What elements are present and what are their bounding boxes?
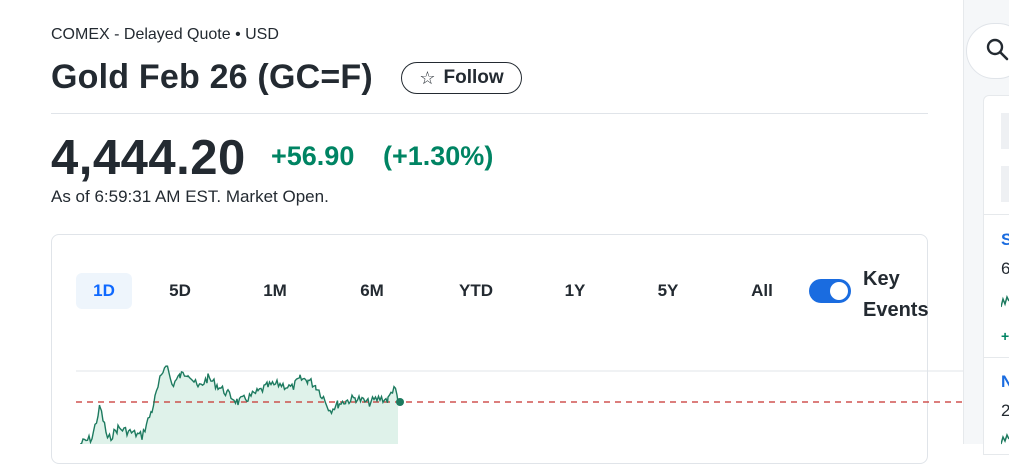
- sidebar-placeholder-block: [1001, 113, 1009, 149]
- exchange-info: COMEX - Delayed Quote • USD: [51, 26, 279, 43]
- key-events-label: Key Events: [863, 264, 929, 326]
- range-tab-1y[interactable]: 1Y: [555, 273, 595, 309]
- toggle-knob: [830, 282, 848, 300]
- header-divider: [51, 113, 928, 114]
- range-tab-1d[interactable]: 1D: [76, 273, 132, 309]
- range-tab-ytd[interactable]: YTD: [452, 273, 500, 309]
- sidebar-divider: [984, 214, 1009, 215]
- follow-label: Follow: [443, 67, 504, 88]
- sidebar-item-symbol[interactable]: N: [1001, 372, 1009, 392]
- quote-change: +56.90: [271, 141, 355, 171]
- range-tab-5y[interactable]: 5Y: [648, 273, 688, 309]
- current-price-dot: [396, 398, 404, 406]
- key-events-toggle[interactable]: [809, 279, 851, 303]
- range-tab-1m[interactable]: 1M: [255, 273, 295, 309]
- sidebar-item-change: +: [1001, 328, 1009, 344]
- sidebar-sparkline: [1001, 295, 1009, 308]
- quote-price: 4,444.20: [51, 131, 246, 185]
- sidebar-item-value: 6: [1001, 259, 1009, 278]
- follow-button[interactable]: ☆ Follow: [401, 62, 522, 94]
- range-tab-5d[interactable]: 5D: [160, 273, 200, 309]
- sidebar-item-value: 2: [1001, 401, 1009, 420]
- search-icon[interactable]: [985, 37, 1009, 61]
- key-events-label-line2: Events: [863, 299, 929, 321]
- range-tab-6m[interactable]: 6M: [352, 273, 392, 309]
- quote-change-percent: (+1.30%): [383, 141, 494, 171]
- star-outline-icon: ☆: [419, 68, 436, 88]
- sidebar-item-symbol[interactable]: S: [1001, 230, 1009, 250]
- sidebar-placeholder-block: [1001, 166, 1009, 202]
- price-chart[interactable]: [0, 340, 963, 444]
- key-events-label-line1: Key: [863, 268, 900, 290]
- page-title: Gold Feb 26 (GC=F): [51, 58, 373, 96]
- range-tab-all[interactable]: All: [742, 273, 782, 309]
- quote-timestamp: As of 6:59:31 AM EST. Market Open.: [51, 187, 329, 206]
- sidebar-divider: [984, 357, 1009, 358]
